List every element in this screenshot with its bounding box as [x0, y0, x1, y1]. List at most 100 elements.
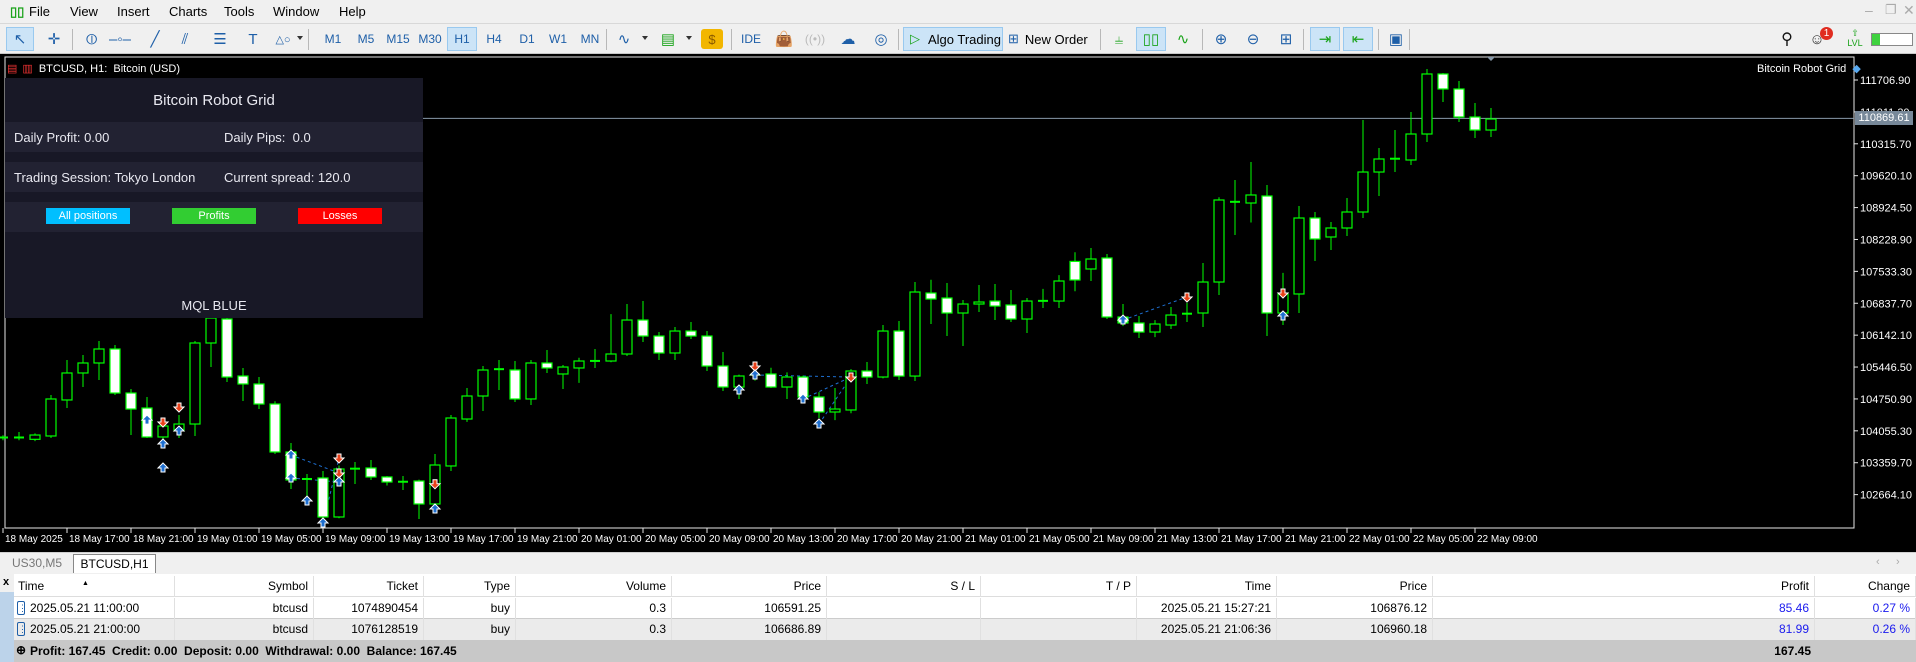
menu-window[interactable]: Window	[273, 4, 319, 19]
menu-view[interactable]: View	[70, 4, 98, 19]
search-button[interactable]: ⚲	[1775, 27, 1799, 51]
candle-bullish	[973, 301, 985, 305]
time-axis-label: 19 May 09:00	[325, 534, 386, 545]
column-header-sl[interactable]: S / L	[827, 576, 981, 597]
line-chart-button[interactable]: ∿	[1171, 27, 1195, 51]
candle-doji	[398, 480, 408, 483]
text-tool-button[interactable]: T	[241, 27, 265, 51]
menu-charts[interactable]: Charts	[169, 4, 207, 19]
screenshot-button[interactable]: ▣	[1384, 27, 1408, 51]
candle-bullish	[669, 330, 681, 354]
algo-trading-button[interactable]: ▷ Algo Trading	[903, 27, 1003, 51]
new-order-button[interactable]: ⊞ New Order	[1008, 27, 1100, 51]
column-header-ticket[interactable]: Ticket	[314, 576, 424, 597]
timeframe-h4[interactable]: H4	[479, 27, 509, 51]
minimize-button[interactable]: –	[1865, 2, 1873, 18]
template-dropdown-icon[interactable]	[686, 36, 692, 40]
column-header-price[interactable]: Price	[672, 576, 827, 597]
column-header-close-time[interactable]: Time	[1137, 576, 1277, 597]
close-button[interactable]: ✕	[1903, 2, 1915, 19]
chart-shift-button[interactable]: ⇤	[1343, 27, 1373, 51]
menu-tools[interactable]: Tools	[224, 4, 254, 19]
template-button[interactable]: ▤	[656, 27, 680, 51]
cell-price: 106591.25	[672, 598, 827, 619]
candle-bullish	[1357, 171, 1369, 213]
menu-help[interactable]: Help	[339, 4, 366, 19]
menu-insert[interactable]: Insert	[117, 4, 150, 19]
profits-button[interactable]: Profits	[172, 208, 256, 224]
vertical-line-button[interactable]: ⦶	[80, 27, 104, 51]
bars-icon: ⫨	[1114, 30, 1124, 48]
level-progress-fill	[1872, 34, 1880, 45]
table-row[interactable]: 2025.05.21 21:00:00 ⋮ btcusd 1076128519 buy 0…	[14, 619, 1916, 640]
timeframe-d1[interactable]: D1	[512, 27, 542, 51]
column-header-type[interactable]: Type	[424, 576, 516, 597]
crosshair-button[interactable]: ✛	[42, 27, 66, 51]
daily-profit: Daily Profit: 0.00	[14, 130, 110, 145]
trendline-button[interactable]: ╱	[143, 27, 167, 51]
timeframe-h1[interactable]: H1	[447, 27, 477, 51]
column-header-profit[interactable]: Profit	[1433, 576, 1815, 597]
bar-chart-button[interactable]: ⫨	[1107, 27, 1131, 51]
autoscroll-button[interactable]: ⇥	[1310, 27, 1340, 51]
price-axis-label: 102664.10	[1860, 490, 1912, 502]
candle-bullish	[781, 376, 793, 388]
timeframe-m1[interactable]: M1	[318, 27, 348, 51]
shapes-button[interactable]: △○	[271, 27, 295, 51]
candle-bearish	[941, 297, 953, 314]
market-bag-icon[interactable]: 👜	[772, 27, 796, 51]
signal-broadcast-icon[interactable]: ((•))	[803, 27, 827, 51]
timeframe-m5[interactable]: M5	[351, 27, 381, 51]
dollar-icon[interactable]: $	[701, 29, 723, 49]
timeframe-m30[interactable]: M30	[415, 27, 445, 51]
line-chart-icon: ∿	[617, 31, 631, 48]
grid-button[interactable]: ⊞	[1274, 27, 1298, 51]
price-axis-label: 106837.70	[1860, 298, 1912, 310]
tab-us30-m5[interactable]: US30,M5	[3, 554, 71, 573]
candle-bullish	[877, 330, 889, 378]
table-row[interactable]: 2025.05.21 11:00:00 ⋮ btcusd 1074890454 buy 0…	[14, 598, 1916, 619]
price-axis-label: 103359.70	[1860, 458, 1912, 470]
price-axis-label: 107533.30	[1860, 266, 1912, 278]
zoom-out-button[interactable]: ⊖	[1241, 27, 1265, 51]
menu-file[interactable]: File	[29, 4, 50, 19]
cloud-icon[interactable]: ☁	[836, 27, 860, 51]
zoom-in-button[interactable]: ⊕	[1209, 27, 1233, 51]
shapes-dropdown-icon[interactable]	[297, 36, 303, 40]
all-positions-button[interactable]: All positions	[46, 208, 130, 224]
one-click-trading-icon[interactable]: ▤	[7, 62, 17, 75]
chart-type-dropdown-icon[interactable]	[642, 36, 648, 40]
tab-scroll-right-icon[interactable]: ›	[1896, 556, 1900, 568]
candle-bearish	[365, 467, 377, 478]
timeframe-w1[interactable]: W1	[543, 27, 573, 51]
tab-btcusd-h1[interactable]: BTCUSD,H1	[73, 554, 156, 573]
column-header-time[interactable]: Time	[14, 576, 175, 597]
graduation-cap-icon[interactable]: ◆	[1852, 63, 1860, 75]
column-header-symbol[interactable]: Symbol	[175, 576, 314, 597]
timeframe-m15[interactable]: M15	[383, 27, 413, 51]
close-toolbox-icon[interactable]: x	[3, 576, 9, 588]
channel-button[interactable]: ⫽	[173, 27, 197, 51]
column-header-volume[interactable]: Volume	[516, 576, 672, 597]
depth-of-market-icon[interactable]: ▥	[22, 62, 32, 75]
horizontal-line-button[interactable]: ‒◦‒	[108, 27, 132, 51]
cell-ticket: 1076128519	[314, 619, 424, 640]
level-indicator[interactable]: ⇧ LVL	[1847, 28, 1863, 48]
cursor-tool-button[interactable]: ↖	[6, 27, 34, 51]
account-summary: Profit: 167.45 Credit: 0.00 Deposit: 0.0…	[30, 644, 457, 658]
chart-type-button[interactable]: ∿	[612, 27, 636, 51]
column-header-change[interactable]: Change	[1815, 576, 1916, 597]
fibonacci-button[interactable]: ☰	[208, 27, 232, 51]
losses-button[interactable]: Losses	[298, 208, 382, 224]
candlestick-chart-button[interactable]: ▯▯	[1136, 27, 1166, 51]
vps-signal-icon[interactable]: ◎	[869, 27, 893, 51]
restore-button[interactable]: ❐	[1885, 2, 1897, 18]
column-header-close-price[interactable]: Price	[1277, 576, 1433, 597]
column-header-tp[interactable]: T / P	[981, 576, 1137, 597]
timeframe-mn[interactable]: MN	[575, 27, 605, 51]
ide-button[interactable]: IDE	[739, 27, 763, 51]
expand-icon[interactable]: ⊕	[16, 643, 26, 657]
tab-scroll-left-icon[interactable]: ‹	[1876, 556, 1880, 568]
chart-window[interactable]: 111706.90111011.30110315.70109620.101089…	[0, 54, 1916, 552]
template-icon: ▤	[660, 31, 676, 48]
